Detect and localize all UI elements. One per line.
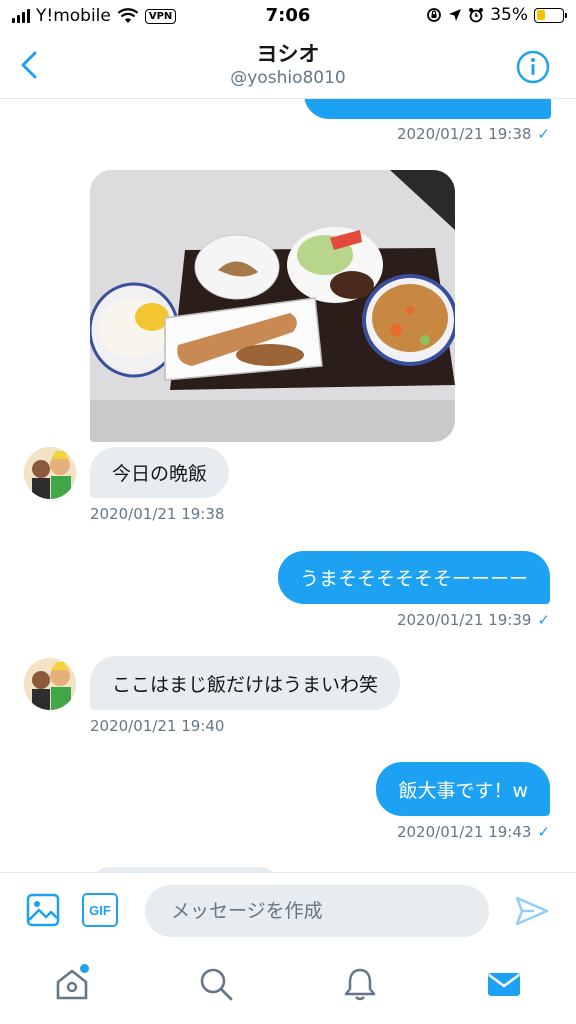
bell-icon[interactable]: [342, 966, 378, 1002]
image-icon[interactable]: [26, 893, 60, 927]
tab-bar: [0, 950, 576, 1024]
avatar[interactable]: [24, 658, 76, 710]
read-check-icon: ✓: [537, 611, 550, 629]
outgoing-message-bubble: [304, 99, 551, 119]
avatar[interactable]: [24, 447, 76, 499]
message-text: ここはまじ飯だけはうまいわ笑: [112, 673, 379, 696]
message-thread[interactable]: 2020/01/21 19:38 ✓ 今日の晩飯 2020/01/21 19:3…: [0, 99, 576, 872]
message-timestamp: 2020/01/21 19:39 ✓: [396, 611, 550, 629]
conversation-title: ヨシオ: [256, 42, 320, 66]
location-icon: [449, 9, 462, 21]
rotation-lock-icon: [427, 8, 442, 22]
message-timestamp: 2020/01/21 19:43 ✓: [396, 823, 550, 841]
shared-photo[interactable]: [90, 170, 455, 442]
incoming-message-bubble: 今日の晩飯: [90, 447, 230, 498]
read-check-icon: ✓: [537, 125, 550, 143]
conversation-header: ヨシオ @yoshio8010: [0, 34, 576, 99]
dinner-photo-image: [90, 170, 455, 442]
avatar-image: [24, 658, 76, 710]
battery-percent: 35%: [490, 5, 528, 25]
alarm-icon: [469, 8, 484, 23]
read-check-icon: ✓: [537, 823, 550, 841]
gif-icon[interactable]: GIF: [82, 893, 118, 927]
message-timestamp: 2020/01/21 19:40: [90, 717, 225, 735]
new-content-dot: [80, 964, 89, 973]
message-timestamp: 2020/01/21 19:38: [90, 505, 225, 523]
avatar-image: [24, 447, 76, 499]
message-text: 飯大事です！w: [398, 779, 528, 802]
status-bar: Y!mobile VPN 7:06 35%: [0, 0, 576, 34]
message-text: 今日の晩飯: [112, 463, 208, 485]
send-icon[interactable]: [514, 895, 550, 927]
message-input[interactable]: [145, 885, 489, 937]
search-icon[interactable]: [198, 966, 234, 1002]
mail-icon[interactable]: [486, 966, 522, 1002]
conversation-handle: @yoshio8010: [230, 68, 346, 88]
outgoing-message-bubble: うまそそそそそそーーーー: [277, 551, 550, 604]
message-composer: GIF: [0, 872, 576, 950]
outgoing-message-bubble: 飯大事です！w: [376, 762, 550, 816]
incoming-message-bubble: ここはまじ飯だけはうまいわ笑: [90, 656, 401, 710]
message-timestamp: 2020/01/21 19:38 ✓: [396, 125, 550, 143]
battery-icon: [534, 7, 567, 23]
info-icon[interactable]: [516, 50, 550, 84]
message-text: うまそそそそそそーーーー: [299, 568, 528, 590]
